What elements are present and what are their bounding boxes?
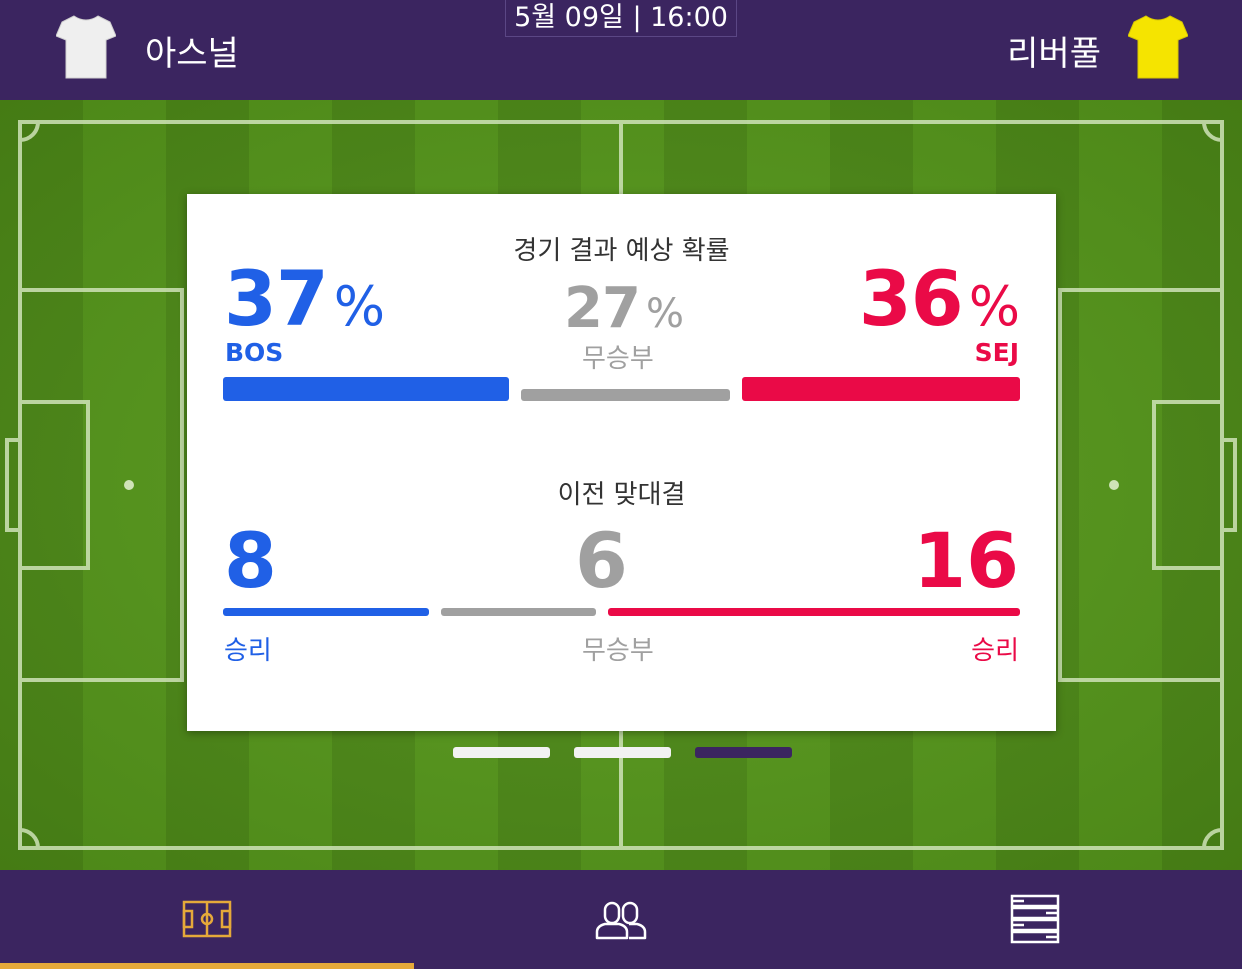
home-wins-bar: [223, 608, 429, 616]
page-dot[interactable]: [695, 747, 792, 758]
nav-tab-field[interactable]: [0, 870, 414, 969]
away-wins-label: 승리: [971, 636, 1019, 666]
match-header: 아스널 5월 09일 | 16:00 리버풀: [0, 0, 1242, 100]
away-team-code: SEJ: [974, 338, 1019, 367]
active-tab-indicator: [0, 963, 414, 969]
head-to-head-title: 이전 맞대결: [557, 480, 686, 510]
home-team-name: 아스널: [145, 34, 239, 74]
home-team-code: BOS: [225, 338, 284, 367]
match-datetime: 5월 09일 | 16:00: [505, 0, 737, 37]
draws-label: 무승부: [582, 636, 654, 666]
field-icon: [182, 900, 232, 938]
page-dot[interactable]: [453, 747, 550, 758]
away-probability-bar: [742, 377, 1020, 401]
away-shirt-icon: [1128, 15, 1188, 79]
draws-bar: [441, 608, 596, 616]
bottom-nav: [0, 870, 1242, 969]
nav-tab-list[interactable]: [828, 870, 1242, 969]
home-wins-label: 승리: [224, 636, 272, 666]
page-dot[interactable]: [574, 747, 671, 758]
draws-count: 6: [575, 516, 628, 605]
away-wins-bar: [608, 608, 1020, 616]
away-team-name: 리버풀: [1007, 34, 1101, 74]
home-shirt-icon: [56, 15, 116, 79]
away-wins-count: 16: [913, 516, 1019, 605]
home-wins-count: 8: [224, 516, 277, 605]
list-icon: [1010, 894, 1060, 944]
players-icon: [595, 901, 647, 940]
draw-label: 무승부: [582, 344, 654, 374]
nav-tab-players[interactable]: [414, 870, 828, 969]
draw-probability-bar: [521, 389, 730, 401]
away-win-percentage: 36%: [858, 254, 1020, 343]
home-probability-bar: [223, 377, 509, 401]
draw-percentage: 27%: [564, 276, 684, 341]
home-win-percentage: 37%: [224, 254, 385, 343]
match-prediction-card[interactable]: 경기 결과 예상 확률 37% BOS 27% 무승부 36% SEJ 이전 맞…: [187, 194, 1056, 731]
